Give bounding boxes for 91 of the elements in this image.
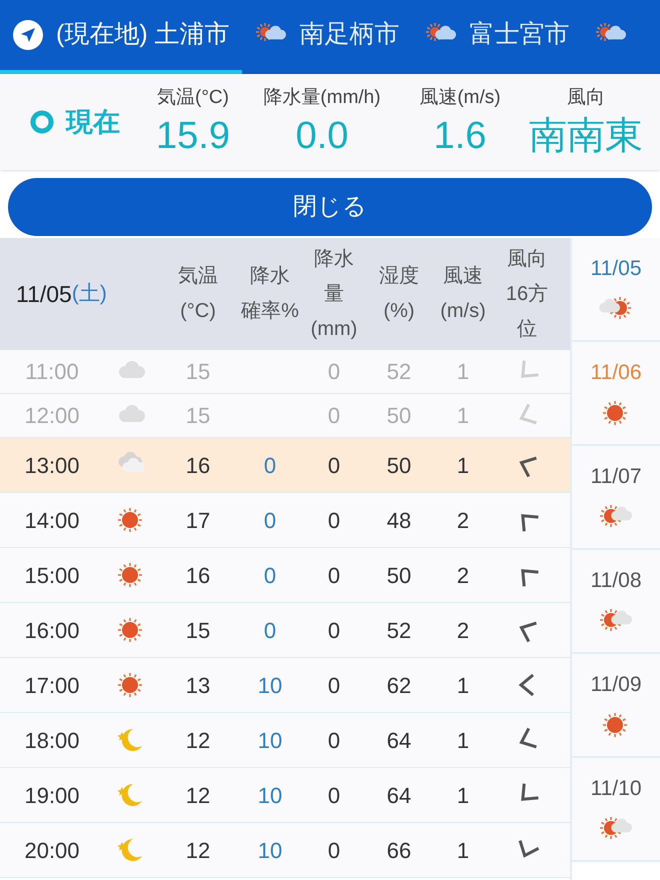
temperature-cell-text: 13 bbox=[184, 672, 212, 700]
precipitation-chance-cell-text: 0 bbox=[264, 616, 276, 644]
stat-label: 風向 bbox=[567, 86, 605, 110]
navigation-icon bbox=[12, 19, 44, 51]
temperature-cell-text: 12 bbox=[184, 726, 212, 754]
temperature-cell-text: 12 bbox=[184, 782, 212, 810]
current-label: 現在 bbox=[66, 106, 120, 139]
wind-speed-cell-text: 1 bbox=[456, 402, 470, 430]
precipitation-cell-text: 0 bbox=[326, 562, 342, 590]
time-cell-text: 17:00 bbox=[23, 672, 81, 700]
precipitation-cell-text: 0 bbox=[326, 402, 342, 430]
wind-speed-cell-text: 2 bbox=[456, 562, 470, 590]
wind-speed-cell-text: 2 bbox=[456, 506, 470, 534]
day-cell[interactable]: 11/07 bbox=[572, 446, 660, 550]
precipitation-chance-cell-text: 0 bbox=[264, 562, 276, 590]
time-cell-text: 19:00 bbox=[23, 782, 81, 810]
day-date: 11/07 bbox=[590, 464, 642, 490]
humidity-cell-text: 64 bbox=[386, 782, 412, 810]
stat-value: 15.9 bbox=[156, 114, 230, 160]
humidity-cell-text: 52 bbox=[386, 616, 412, 644]
time-cell-text: 20:00 bbox=[23, 836, 81, 864]
stat-label: 風速(m/s) bbox=[419, 86, 501, 110]
precipitation-chance-cell-text: 10 bbox=[258, 672, 282, 700]
precipitation-cell-text: 0 bbox=[326, 358, 342, 386]
close-button[interactable]: 閉じる bbox=[8, 178, 652, 236]
humidity-cell-text: 48 bbox=[386, 506, 412, 534]
wind-speed-cell-text: 1 bbox=[456, 782, 470, 810]
day-date: 11/06 bbox=[590, 360, 642, 386]
humidity-cell-text: 62 bbox=[386, 672, 412, 700]
temperature-cell-text: 15 bbox=[184, 402, 212, 430]
column-header: 気温 (°C) bbox=[177, 264, 219, 324]
time-cell-text: 14:00 bbox=[23, 506, 81, 534]
precipitation-chance-cell-text: 10 bbox=[258, 836, 282, 864]
column-header: 降水量 (mm) bbox=[310, 246, 358, 342]
day-cell[interactable]: 11/10 bbox=[572, 758, 660, 862]
humidity-cell-text: 64 bbox=[386, 726, 412, 754]
day-date: 11/08 bbox=[590, 568, 642, 594]
humidity-cell-text: 50 bbox=[386, 452, 412, 480]
wind-speed-cell-text: 1 bbox=[456, 726, 470, 754]
precipitation-chance-cell-text: 10 bbox=[258, 726, 282, 754]
ring-icon bbox=[30, 110, 54, 134]
column-header: 風向16方位 bbox=[504, 246, 550, 342]
column-header: 降水確率% bbox=[241, 264, 299, 324]
temperature-cell-text: 12 bbox=[184, 836, 212, 864]
time-cell-text: 16:00 bbox=[23, 616, 81, 644]
precipitation-cell-text: 0 bbox=[326, 726, 342, 754]
time-cell-text: 15:00 bbox=[23, 562, 81, 590]
time-cell-text: 13:00 bbox=[23, 452, 81, 480]
stat-value: 0.0 bbox=[296, 114, 348, 160]
time-cell-text: 18:00 bbox=[23, 726, 81, 754]
day-cell[interactable]: 11/08 bbox=[572, 550, 660, 654]
wind-speed-cell-text: 1 bbox=[456, 358, 470, 386]
day-cell[interactable]: 11/05 bbox=[572, 238, 660, 342]
wind-speed-cell-text: 2 bbox=[456, 616, 470, 644]
precipitation-chance-cell-text: 0 bbox=[264, 452, 276, 480]
stat-label: 降水量(mm/h) bbox=[263, 86, 381, 110]
column-header: 風速 (m/s) bbox=[439, 264, 487, 324]
time-cell-text: 12:00 bbox=[23, 402, 81, 430]
stat-label: 気温(°C) bbox=[157, 86, 229, 110]
temperature-cell-text: 16 bbox=[184, 452, 212, 480]
wind-speed-cell-text: 1 bbox=[456, 672, 470, 700]
precipitation-cell-text: 0 bbox=[326, 672, 342, 700]
wind-speed-cell-text: 1 bbox=[456, 452, 470, 480]
location-tab[interactable]: 南足柄市 bbox=[242, 0, 412, 74]
wind-speed-cell-text: 1 bbox=[456, 836, 470, 864]
precipitation-cell-text: 0 bbox=[326, 506, 342, 534]
precipitation-cell-text: 0 bbox=[326, 782, 342, 810]
temperature-cell-text: 15 bbox=[184, 616, 212, 644]
day-date: 11/05 bbox=[590, 256, 642, 282]
humidity-cell-text: 50 bbox=[386, 562, 412, 590]
day-date: 11/10 bbox=[590, 776, 642, 802]
column-header: 湿度 (%) bbox=[378, 264, 420, 324]
precipitation-cell-text: 0 bbox=[326, 616, 342, 644]
temperature-cell-text: 16 bbox=[184, 562, 212, 590]
day-cell[interactable]: 11/09 bbox=[572, 654, 660, 758]
precipitation-cell-text: 0 bbox=[326, 452, 342, 480]
temperature-cell-text: 15 bbox=[184, 358, 212, 386]
humidity-cell-text: 52 bbox=[386, 358, 412, 386]
precipitation-chance-cell-text: 0 bbox=[264, 506, 276, 534]
header-weekday: (土) bbox=[72, 281, 107, 308]
humidity-cell-text: 50 bbox=[386, 402, 412, 430]
header-date: 11/05 bbox=[16, 280, 72, 309]
temperature-cell-text: 17 bbox=[184, 506, 212, 534]
precipitation-chance-cell-text: 10 bbox=[258, 782, 282, 810]
precipitation-cell-text: 0 bbox=[326, 836, 342, 864]
humidity-cell-text: 66 bbox=[386, 836, 412, 864]
time-cell-text: 11:00 bbox=[24, 358, 80, 386]
day-date: 11/09 bbox=[590, 672, 642, 698]
stat-value: 南南東 bbox=[529, 114, 643, 160]
location-tab[interactable]: 富士宮市 bbox=[412, 0, 582, 74]
stat-value: 1.6 bbox=[434, 114, 486, 160]
